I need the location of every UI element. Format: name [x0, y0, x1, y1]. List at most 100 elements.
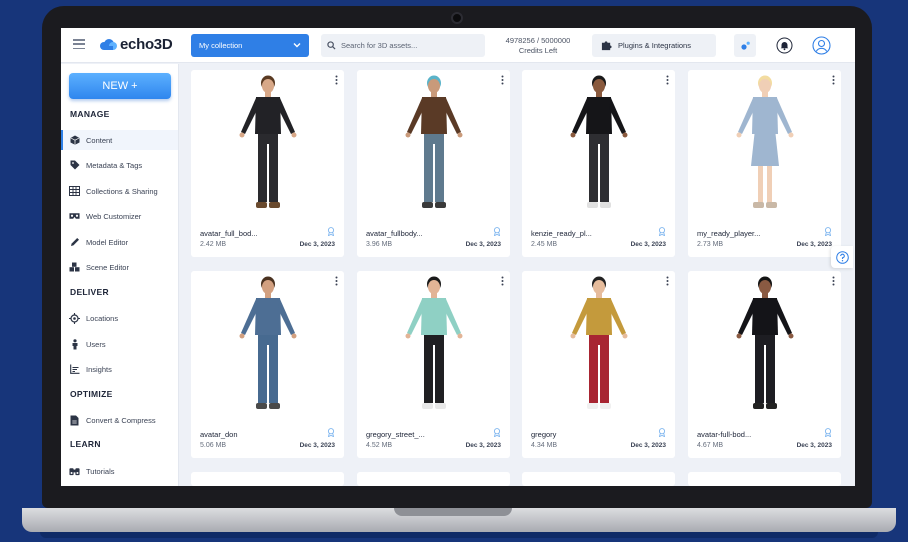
avatar-thumbnail — [239, 276, 297, 409]
asset-card[interactable]: gregory 4.34 MB Dec 3, 2023 — [522, 271, 675, 458]
kebab-menu-icon[interactable] — [832, 276, 835, 286]
avatar-thumbnail — [570, 276, 628, 409]
asset-card[interactable]: avatar_don 5.06 MB Dec 3, 2023 — [191, 271, 344, 458]
sidebar-item-web-customizer[interactable]: Web Customizer — [61, 206, 178, 226]
asset-card-partial[interactable] — [522, 472, 675, 486]
collection-dropdown-label: My collection — [199, 41, 243, 50]
asset-date: Dec 3, 2023 — [796, 241, 832, 248]
asset-card[interactable]: kenzie_ready_pl... 2.45 MB Dec 3, 2023 — [522, 70, 675, 257]
plugins-integrations-button[interactable]: Plugins & Integrations — [592, 34, 716, 57]
award-ribbon-icon[interactable] — [493, 227, 501, 236]
asset-card[interactable]: avatar_full_bod... 2.42 MB Dec 3, 2023 — [191, 70, 344, 257]
asset-size: 2.42 MB — [200, 241, 227, 248]
asset-name: kenzie_ready_pl... — [531, 229, 592, 238]
laptop-base-notch — [394, 508, 512, 516]
crosshair-icon — [69, 312, 80, 324]
vr-headset-icon — [69, 211, 80, 222]
avatar-thumbnail — [570, 75, 628, 208]
asset-date: Dec 3, 2023 — [299, 241, 335, 248]
asset-name: gregory_street_... — [366, 430, 425, 439]
notifications-button[interactable] — [773, 34, 795, 57]
asset-date: Dec 3, 2023 — [465, 241, 501, 248]
asset-card[interactable]: gregory_street_... 4.52 MB Dec 3, 2023 — [357, 271, 510, 458]
echo3d-logo[interactable]: echo3D — [99, 36, 173, 53]
asset-name: avatar_don — [200, 430, 238, 439]
collection-dropdown[interactable]: My collection — [191, 34, 309, 57]
section-title-learn: LEARN — [70, 439, 101, 449]
kebab-menu-icon[interactable] — [832, 75, 835, 85]
person-icon — [69, 338, 80, 350]
sidebar-item-label: Convert & Compress — [86, 415, 156, 425]
laptop-shadow — [40, 532, 878, 538]
sidebar-item-label: Tutorials — [86, 466, 115, 476]
asset-card-partial[interactable] — [357, 472, 510, 486]
sidebar-item-content[interactable]: Content — [61, 130, 178, 150]
pencil-icon — [69, 237, 80, 248]
asset-size: 4.52 MB — [366, 442, 393, 449]
kebab-menu-icon[interactable] — [666, 276, 669, 286]
grid-table-icon — [69, 186, 80, 197]
asset-date: Dec 3, 2023 — [465, 442, 501, 449]
asset-date: Dec 3, 2023 — [630, 442, 666, 449]
asset-card[interactable]: my_ready_player... 2.73 MB Dec 3, 2023 — [688, 70, 841, 257]
asset-card[interactable]: avatar_fullbody... 3.96 MB Dec 3, 2023 — [357, 70, 510, 257]
search-input[interactable] — [341, 41, 481, 50]
search-bar[interactable] — [321, 34, 485, 57]
award-ribbon-icon[interactable] — [327, 428, 335, 437]
sidebar-item-label: Collections & Sharing — [86, 186, 158, 196]
kebab-menu-icon[interactable] — [666, 75, 669, 85]
sidebar-item-metadata[interactable]: Metadata & Tags — [61, 155, 178, 175]
kebab-menu-icon[interactable] — [335, 75, 338, 85]
sidebar-item-label: Metadata & Tags — [86, 160, 143, 170]
kebab-menu-icon[interactable] — [335, 276, 338, 286]
sidebar-item-label: Web Customizer — [86, 211, 142, 221]
molecule-icon — [740, 41, 750, 50]
sidebar-item-locations[interactable]: Locations — [61, 308, 178, 328]
asset-card-partial[interactable] — [191, 472, 344, 486]
file-icon — [69, 415, 80, 426]
hamburger-menu-icon[interactable] — [73, 39, 85, 49]
sidebar: NEW + MANAGE Content Metadata & Tags Col… — [61, 64, 179, 486]
sidebar-item-model-editor[interactable]: Model Editor — [61, 232, 178, 252]
asset-size: 2.45 MB — [531, 241, 558, 248]
asset-size: 4.67 MB — [697, 442, 724, 449]
award-ribbon-icon[interactable] — [824, 428, 832, 437]
kebab-menu-icon[interactable] — [501, 75, 504, 85]
award-ribbon-icon[interactable] — [658, 428, 666, 437]
asset-name: avatar_full_bod... — [200, 229, 258, 238]
asset-card[interactable]: avatar-full-bod... 4.67 MB Dec 3, 2023 — [688, 271, 841, 458]
sidebar-item-label: Scene Editor — [86, 262, 129, 272]
asset-date: Dec 3, 2023 — [299, 442, 335, 449]
sidebar-item-label: Content — [86, 135, 113, 145]
user-profile-button[interactable] — [810, 34, 832, 57]
section-title-optimize: OPTIMIZE — [70, 389, 113, 399]
kebab-menu-icon[interactable] — [501, 276, 504, 286]
user-avatar-icon — [811, 36, 831, 55]
cubes-icon — [69, 262, 80, 273]
section-title-manage: MANAGE — [70, 109, 110, 119]
award-ribbon-icon[interactable] — [658, 227, 666, 236]
sidebar-item-tutorials[interactable]: Tutorials — [61, 461, 178, 481]
puzzle-icon — [601, 41, 612, 51]
award-ribbon-icon[interactable] — [327, 227, 335, 236]
avatar-thumbnail — [736, 75, 794, 208]
award-ribbon-icon[interactable] — [493, 428, 501, 437]
apps-button[interactable] — [734, 34, 756, 57]
avatar-thumbnail — [405, 276, 463, 409]
app-screen: echo3D My collection 4978256 / 5000000 C… — [61, 28, 855, 486]
sidebar-item-label: Users — [86, 339, 106, 349]
sidebar-item-label: Insights — [86, 364, 112, 374]
asset-size: 5.06 MB — [200, 442, 227, 449]
sidebar-item-label: Model Editor — [86, 237, 129, 247]
sidebar-item-users[interactable]: Users — [61, 334, 178, 354]
help-button[interactable] — [831, 246, 853, 268]
asset-card-partial[interactable] — [688, 472, 841, 486]
new-asset-button[interactable]: NEW + — [69, 73, 171, 99]
sidebar-item-scene-editor[interactable]: Scene Editor — [61, 257, 178, 277]
sidebar-item-collections[interactable]: Collections & Sharing — [61, 181, 178, 201]
sidebar-item-convert[interactable]: Convert & Compress — [61, 410, 178, 430]
award-ribbon-icon[interactable] — [824, 227, 832, 236]
asset-size: 3.96 MB — [366, 241, 393, 248]
sidebar-item-insights[interactable]: Insights — [61, 359, 178, 379]
search-icon — [327, 41, 336, 50]
